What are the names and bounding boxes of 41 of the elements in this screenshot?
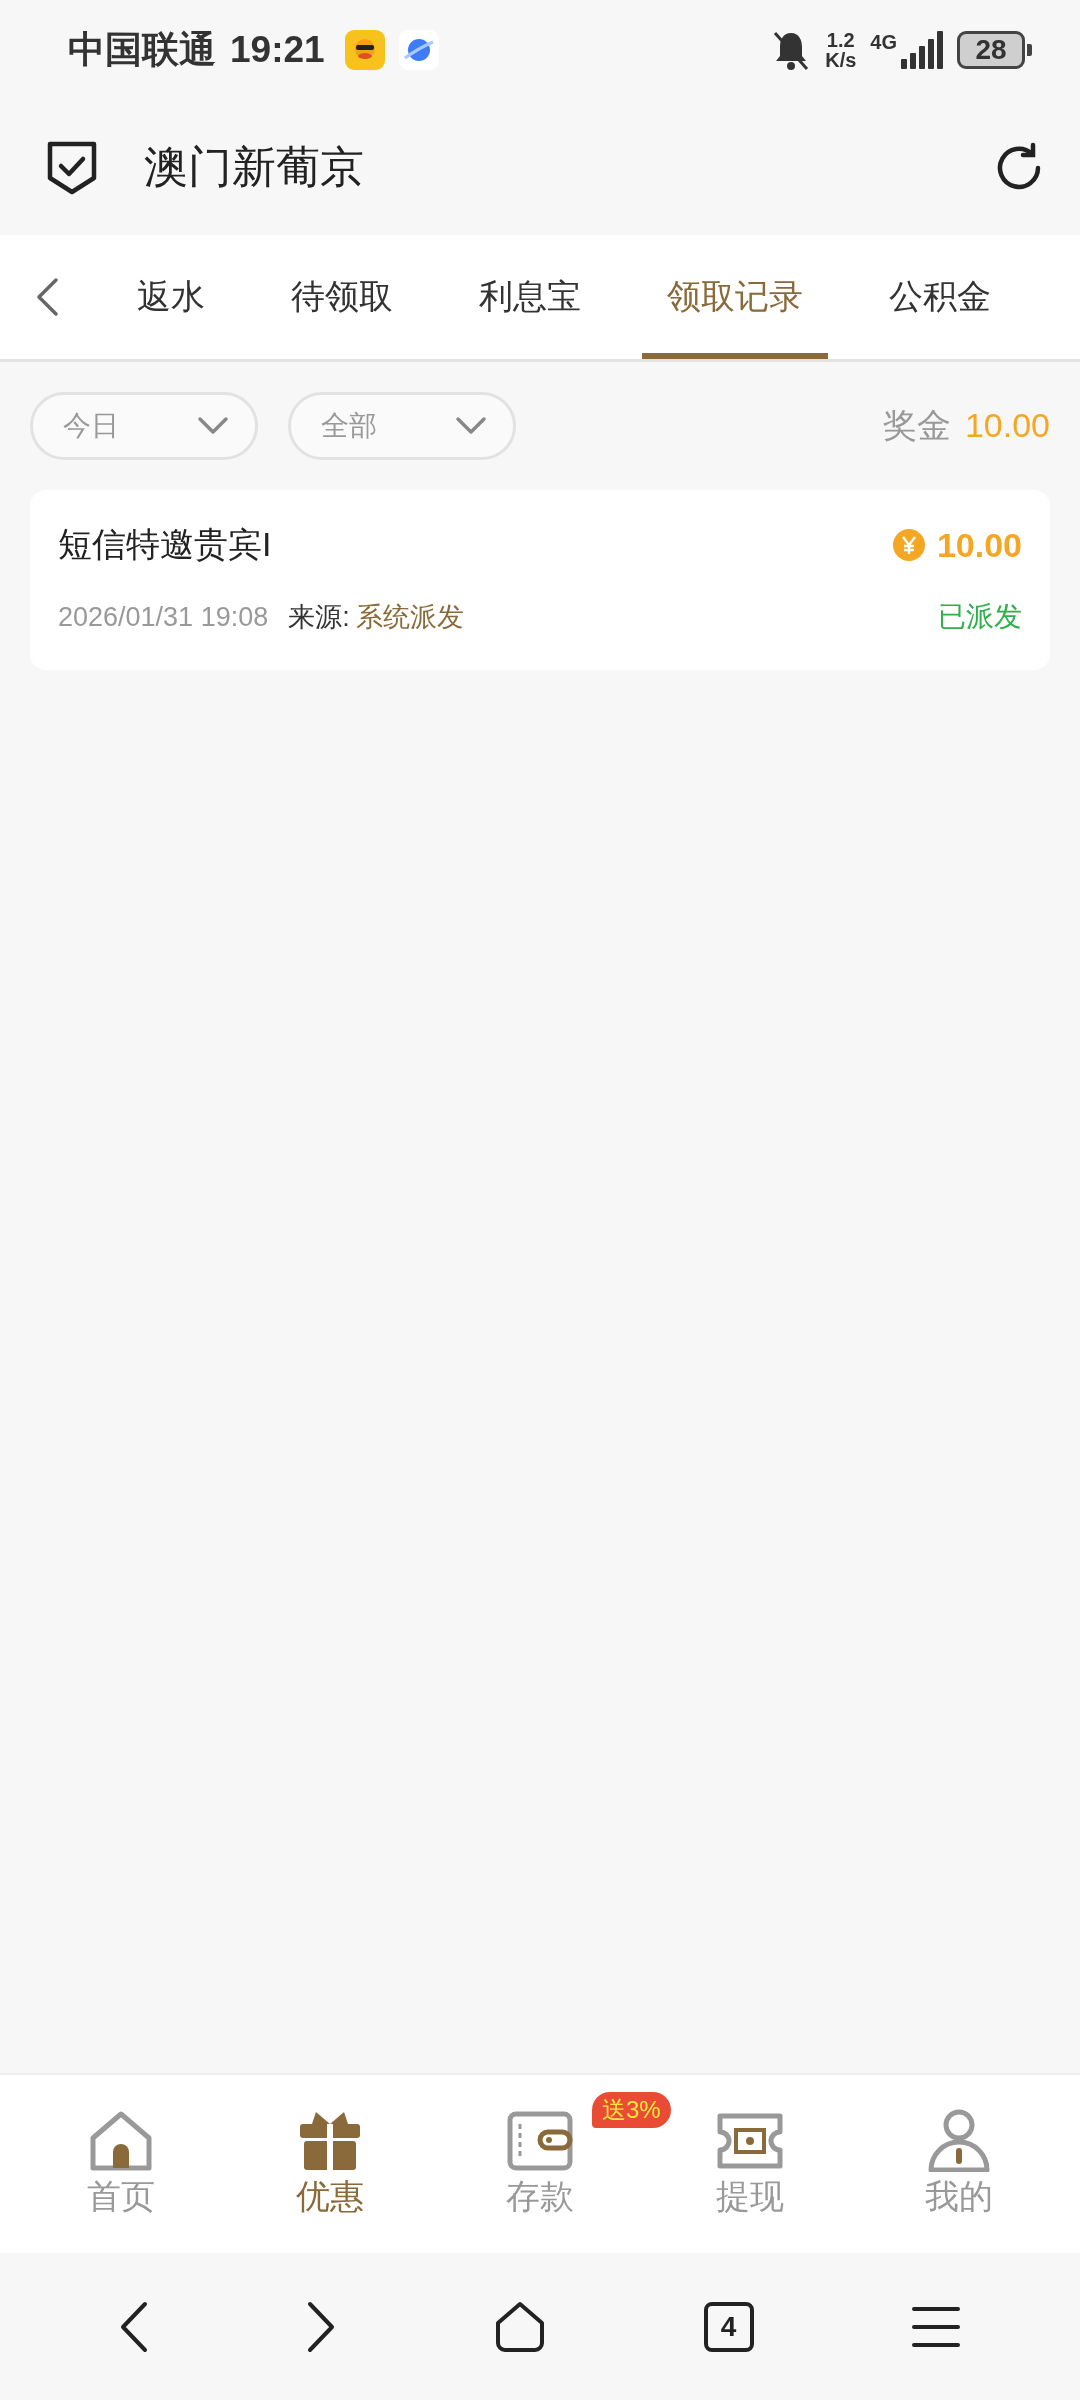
duck-app-icon	[344, 30, 385, 70]
record-title: 短信特邀贵宾I	[58, 524, 272, 565]
home-icon[interactable]	[494, 2300, 546, 2353]
tab[interactable]: 利息宝	[454, 235, 606, 359]
battery-level: 28	[975, 36, 1007, 64]
promo-badge: 送3%	[592, 2092, 671, 2128]
clock-time: 19:21	[230, 29, 325, 71]
shield-check-icon[interactable]	[46, 139, 98, 196]
chevron-down-icon	[455, 416, 487, 436]
nav-item[interactable]: 首页	[60, 2108, 181, 2220]
record-amount: 10.00	[936, 525, 1022, 565]
source-value: 系统派发	[355, 601, 464, 634]
source-label: 来源:	[288, 601, 350, 634]
back-chevron-icon[interactable]	[34, 277, 60, 317]
tab[interactable]: 返水	[112, 235, 230, 359]
yen-coin-icon	[892, 529, 925, 561]
back-icon[interactable]	[118, 2300, 149, 2353]
bonus-amount: 10.00	[964, 406, 1050, 445]
tab-count-button[interactable]: 4	[703, 2301, 754, 2352]
nav-item[interactable]: 提现	[689, 2108, 810, 2220]
filter-dropdown[interactable]: 今日	[30, 392, 258, 460]
tab[interactable]: 领取记录	[642, 235, 828, 359]
nav-item[interactable]: 我的	[899, 2108, 1020, 2220]
menu-icon[interactable]	[911, 2304, 962, 2349]
filter-dropdown[interactable]: 全部	[288, 392, 516, 460]
record-status: 已派发	[938, 600, 1022, 634]
battery-tip	[1027, 44, 1032, 56]
page-title: 澳门新葡京	[144, 141, 365, 193]
planet-app-icon	[398, 30, 439, 70]
nav-item[interactable]: 优惠	[270, 2108, 391, 2220]
bonus-label: 奖金	[882, 405, 951, 446]
carrier-name: 中国联通	[68, 28, 216, 72]
network-speed: 1.2	[826, 30, 855, 50]
forward-icon[interactable]	[306, 2300, 337, 2353]
chevron-down-icon	[197, 416, 229, 436]
tab[interactable]: 公积金	[864, 235, 1016, 359]
record-time: 2026/01/31 19:08	[58, 601, 269, 633]
network-type: 4G	[870, 31, 897, 54]
tab[interactable]: 待领取	[266, 235, 418, 359]
network-speed-unit: K/s	[825, 50, 857, 70]
signal-icon	[899, 31, 943, 69]
